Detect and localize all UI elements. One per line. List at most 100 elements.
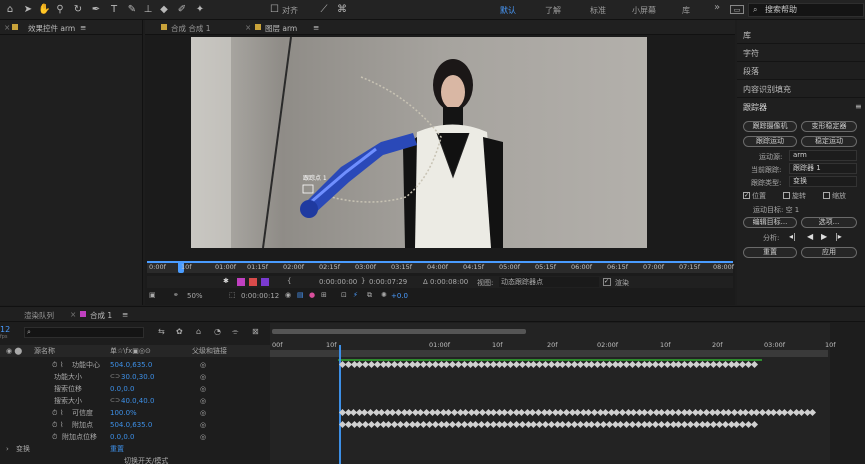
transparency-icon[interactable]: ⊞	[321, 291, 327, 299]
reset-button[interactable]: 重置	[743, 247, 797, 258]
panel-character[interactable]: 字符	[737, 46, 865, 62]
monitor-icon[interactable]: ▣	[149, 291, 156, 299]
exposure-value[interactable]: +0.0	[391, 292, 408, 300]
graph-editor-icon[interactable]: ⌯	[232, 327, 238, 337]
panel-menu-icon[interactable]: ≡	[122, 310, 128, 319]
tab-layer[interactable]: 图层 arm	[265, 23, 297, 34]
stopwatch-icon[interactable]: ⏱	[52, 419, 57, 431]
property-value[interactable]: 30.0,30.0	[121, 371, 154, 383]
close-icon[interactable]: ×	[245, 23, 251, 32]
expand-arrow-icon[interactable]: ›	[6, 443, 9, 455]
layer-canvas[interactable]: 跟踪点 1	[191, 37, 647, 248]
stopwatch-icon[interactable]: ⏱	[52, 431, 57, 443]
expression-pickwhip-icon[interactable]: ◎	[200, 431, 206, 443]
exposure-icon[interactable]: ✺	[381, 291, 387, 299]
in-point-icon[interactable]: {	[287, 277, 291, 285]
property-value[interactable]: 40.0,40.0	[121, 395, 154, 407]
track-camera-button[interactable]: 跟踪摄像机	[743, 121, 797, 132]
snap-checkbox[interactable]: ☐	[270, 4, 279, 16]
expression-pickwhip-icon[interactable]: ◎	[200, 371, 206, 383]
workspace-overflow[interactable]: »	[714, 2, 720, 13]
pen-tool-icon[interactable]: ✒	[90, 4, 102, 16]
effect-controls-tab[interactable]: 效果控件 arm	[28, 23, 75, 34]
selection-tool-icon[interactable]: ➤	[22, 4, 34, 16]
motion-source-dropdown[interactable]: arm	[789, 150, 857, 161]
stopwatch-icon[interactable]: ⏱	[52, 407, 57, 419]
motion-blur-icon[interactable]: ◔	[214, 327, 221, 336]
rotation-checkbox[interactable]	[783, 192, 790, 199]
apply-button[interactable]: 应用	[801, 247, 857, 258]
puppet-tool-icon[interactable]: ✦	[194, 4, 206, 16]
track-type-dropdown[interactable]: 变换	[789, 176, 857, 187]
current-frame[interactable]: 12	[0, 325, 10, 334]
color-swatch[interactable]	[249, 278, 257, 286]
analyze-back-one-icon[interactable]: ◂|	[789, 232, 796, 241]
view-dropdown[interactable]: 动态跟踪器点	[499, 277, 599, 287]
panel-library[interactable]: 库	[737, 28, 865, 44]
link-icon[interactable]: ⊂⊃	[110, 371, 120, 383]
transform-row[interactable]: › 变换 重置	[0, 443, 270, 455]
transform-reset-link[interactable]: 重置	[110, 443, 124, 455]
draft-3d-icon[interactable]: ⊠	[252, 327, 259, 336]
color-swatch[interactable]	[261, 278, 269, 286]
expression-pickwhip-icon[interactable]: ◎	[200, 407, 206, 419]
position-checkbox[interactable]: ✓	[743, 192, 750, 199]
render-checkbox[interactable]: ✓	[603, 278, 611, 286]
current-time[interactable]: 0:00:00:12	[241, 292, 279, 300]
color-swatch[interactable]	[237, 278, 245, 286]
timeline-search-input[interactable]: ⌕	[24, 327, 144, 338]
roto-brush-icon[interactable]: ✐	[176, 4, 188, 16]
out-point-icon[interactable]: }	[361, 277, 365, 285]
layer-time-ruler[interactable]: 0:00f 10f 01:00f 01:15f 02:00f 02:15f 03…	[147, 261, 734, 273]
color-channel-icon[interactable]: ●	[309, 291, 315, 299]
property-row[interactable]: 功能大小 ⊂⊃ 30.0,30.0 ◎	[0, 371, 270, 383]
stopwatch-icon[interactable]: ⏱	[52, 359, 57, 371]
property-value[interactable]: 504.0,635.0	[110, 419, 152, 431]
comp-mini-flowchart-icon[interactable]: ⇆	[158, 327, 165, 336]
property-row[interactable]: ⏱ ⌇ 可信度 100.0% ◎	[0, 407, 270, 419]
keyframe-area[interactable]	[270, 323, 830, 464]
brush-tool-icon[interactable]: ✎	[126, 4, 138, 16]
tab-render-queue[interactable]: 渲染队列	[24, 310, 54, 321]
property-value[interactable]: 0.0,0.0	[110, 431, 135, 443]
zoom-tool-icon[interactable]: ⚲	[54, 4, 66, 16]
edit-target-button[interactable]: 编辑目标...	[743, 217, 797, 228]
scale-checkbox[interactable]	[823, 192, 830, 199]
workspace-small-screen[interactable]: 小屏幕	[632, 5, 656, 16]
tab-composition[interactable]: 合成 合成 1	[171, 23, 211, 34]
property-row[interactable]: 搜索位移 0.0,0.0 ◎	[0, 383, 270, 395]
workspace-standard[interactable]: 标准	[590, 5, 606, 16]
property-row[interactable]: ⏱ ⌇ 功能中心 504.0,635.0 ◎	[0, 359, 270, 371]
analyze-forward-icon[interactable]: ▶	[821, 232, 827, 241]
grid-icon[interactable]: ⊡	[341, 291, 347, 299]
link-icon[interactable]: ⊂⊃	[110, 395, 120, 407]
stamp-tool-icon[interactable]: ⊥	[142, 4, 154, 16]
property-row[interactable]: 搜索大小 ⊂⊃ 40.0,40.0 ◎	[0, 395, 270, 407]
shy-icon[interactable]: ✿	[176, 327, 183, 336]
flowchart-icon[interactable]: ⧉	[367, 291, 372, 300]
frame-blend-icon[interactable]: ⌂	[196, 327, 201, 336]
close-icon[interactable]: ×	[4, 23, 10, 32]
panel-menu-icon[interactable]: ≡	[80, 23, 86, 32]
workspace-learn[interactable]: 了解	[545, 5, 561, 16]
home-icon[interactable]: ⌂	[4, 4, 16, 16]
keyframe[interactable]	[750, 420, 758, 429]
expression-pickwhip-icon[interactable]: ◎	[200, 359, 206, 371]
toggle-switches-modes[interactable]: 切换开关/模式	[124, 456, 168, 464]
fast-preview-icon[interactable]: ⚡	[353, 291, 358, 299]
panel-paragraph[interactable]: 段落	[737, 64, 865, 80]
keyframe[interactable]	[750, 360, 758, 369]
workspace-library[interactable]: 库	[682, 5, 690, 16]
rotate-tool-icon[interactable]: ↻	[72, 4, 84, 16]
expression-pickwhip-icon[interactable]: ◎	[200, 419, 206, 431]
mask-icon[interactable]: ⚭	[173, 291, 179, 299]
workspace-default[interactable]: 默认	[500, 5, 516, 16]
panel-menu-icon[interactable]: ≡	[855, 102, 862, 111]
options-button[interactable]: 选项...	[801, 217, 857, 228]
analyze-backward-icon[interactable]: ◀	[807, 232, 813, 241]
expression-pickwhip-icon[interactable]: ◎	[200, 383, 206, 395]
close-icon[interactable]: ×	[70, 310, 76, 319]
col-parent[interactable]: 父级和链接	[192, 345, 227, 357]
col-source-name[interactable]: 源名称	[34, 345, 55, 357]
property-row[interactable]: ⏱ ⌇ 附加点 504.0,635.0 ◎	[0, 419, 270, 431]
